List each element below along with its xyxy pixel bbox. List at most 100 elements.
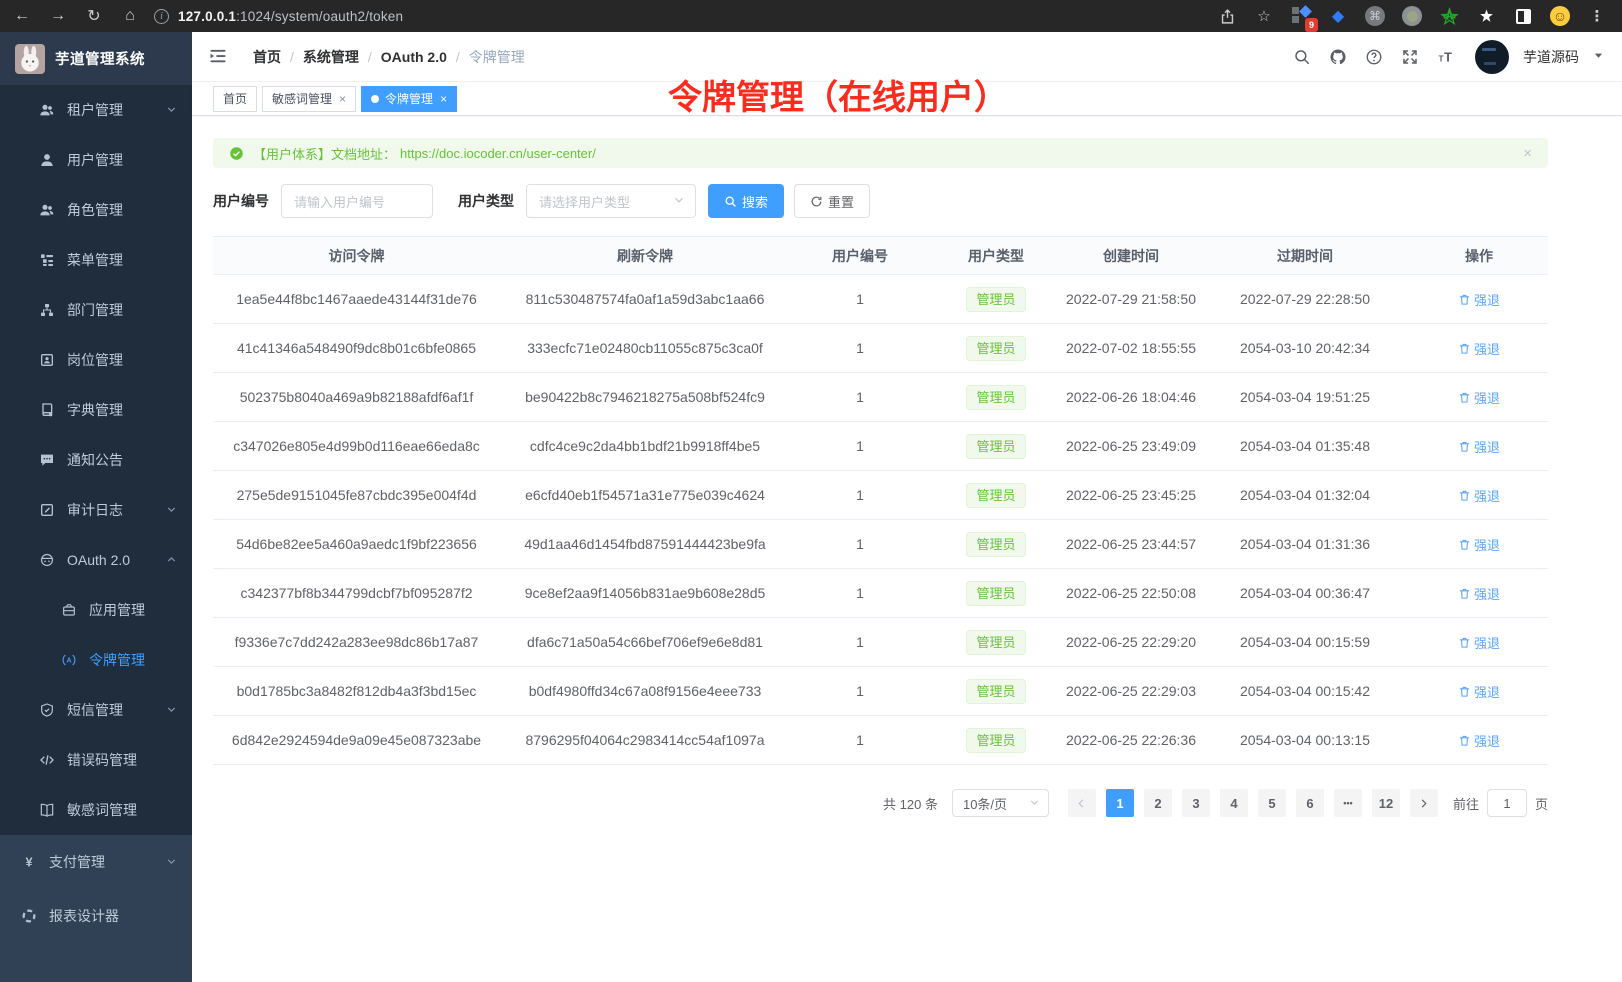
sidebar-item-label: 应用管理 xyxy=(89,600,145,620)
gem-extension-icon[interactable]: ◆ xyxy=(1327,5,1349,27)
sidebar-item-audit[interactable]: 审计日志 xyxy=(0,485,192,535)
alert-doc-link[interactable]: https://doc.iocoder.cn/user-center/ xyxy=(400,146,596,161)
sidebar-item-errcode[interactable]: 错误码管理 xyxy=(0,735,192,785)
chevron-down-icon[interactable] xyxy=(1593,48,1604,66)
sidebar-item-user[interactable]: 用户管理 xyxy=(0,135,192,185)
access-token-cell: b0d1785bc3a8482f812db4a3f3bd15ec xyxy=(213,667,500,715)
page-size-select[interactable]: 10条/页 xyxy=(952,789,1049,817)
force-logout-button[interactable]: 强退 xyxy=(1458,633,1500,652)
sidebar-item-oauth2-app[interactable]: 应用管理 xyxy=(0,585,192,635)
command-extension-icon[interactable]: ⌘ xyxy=(1364,5,1386,27)
refresh-token-cell: 49d1aa46d1454fbd87591444423be9fa xyxy=(500,520,790,568)
tab-首页[interactable]: 首页 xyxy=(213,86,257,112)
forward-icon[interactable]: → xyxy=(48,7,68,25)
home-icon[interactable]: ⌂ xyxy=(120,7,140,25)
prev-page-button[interactable] xyxy=(1068,789,1096,817)
force-logout-button[interactable]: 强退 xyxy=(1458,486,1500,505)
dot-extension-icon[interactable] xyxy=(1401,5,1423,27)
pinwheel-extension-icon[interactable] xyxy=(1475,5,1497,27)
sidebar-item-sms[interactable]: 短信管理 xyxy=(0,685,192,735)
sidebar-item-dict[interactable]: 字典管理 xyxy=(0,385,192,435)
user-id-input[interactable]: 请输入用户编号 xyxy=(281,184,433,218)
sidebar-item-pay[interactable]: ¥支付管理 xyxy=(0,835,192,889)
sidebar-item-label: OAuth 2.0 xyxy=(67,552,130,568)
sidebar-item-tenant[interactable]: 租户管理 xyxy=(0,85,192,135)
goto-page-input[interactable]: 1 xyxy=(1487,789,1527,817)
github-icon[interactable] xyxy=(1327,46,1349,68)
sidebar-item-notice[interactable]: 通知公告 xyxy=(0,435,192,485)
help-icon[interactable] xyxy=(1363,46,1385,68)
user-avatar[interactable] xyxy=(1475,40,1509,74)
sidebar-item-role[interactable]: 角色管理 xyxy=(0,185,192,235)
force-logout-button[interactable]: 强退 xyxy=(1458,731,1500,750)
sidebar-item-oauth2-token[interactable]: A令牌管理 xyxy=(0,635,192,685)
action-cell: 强退 xyxy=(1410,667,1548,715)
sidebar-item-menu[interactable]: 菜单管理 xyxy=(0,235,192,285)
username-label[interactable]: 芋道源码 xyxy=(1523,47,1579,67)
search-icon[interactable] xyxy=(1291,46,1313,68)
trash-icon xyxy=(1458,489,1471,502)
alert-close-icon[interactable]: × xyxy=(1523,145,1532,162)
breadcrumb-item[interactable]: OAuth 2.0 xyxy=(381,49,447,65)
page-button-1[interactable]: 1 xyxy=(1106,789,1134,817)
force-logout-button[interactable]: 强退 xyxy=(1458,437,1500,456)
force-logout-button[interactable]: 强退 xyxy=(1458,388,1500,407)
breadcrumb-item[interactable]: 系统管理 xyxy=(303,47,359,67)
sidebar-item-oauth2[interactable]: OAuth 2.0 xyxy=(0,535,192,585)
address-bar[interactable]: i 127.0.0.1:1024/system/oauth2/token xyxy=(154,9,1216,24)
force-logout-button[interactable]: 强退 xyxy=(1458,535,1500,554)
reload-icon[interactable]: ↻ xyxy=(84,6,104,26)
sidebar-fold-icon[interactable] xyxy=(208,46,230,68)
share-icon[interactable] xyxy=(1216,5,1238,27)
page-button-2[interactable]: 2 xyxy=(1144,789,1172,817)
bookmark-star-icon[interactable]: ☆ xyxy=(1253,5,1275,27)
close-icon[interactable]: × xyxy=(440,92,447,106)
green-star-extension-icon[interactable] xyxy=(1438,5,1460,27)
user-id-cell: 1 xyxy=(790,324,930,372)
fullscreen-icon[interactable] xyxy=(1399,46,1421,68)
sidebar-item-post[interactable]: 岗位管理 xyxy=(0,335,192,385)
page-button-5[interactable]: 5 xyxy=(1258,789,1286,817)
sidebar-item-label: 岗位管理 xyxy=(67,350,123,370)
sidebar-item-label: 租户管理 xyxy=(67,100,123,120)
page-button-12[interactable]: 12 xyxy=(1372,789,1400,817)
refresh-token-cell: 9ce8ef2aa9f14056b831ae9b608e28d5 xyxy=(500,569,790,617)
access-token-cell: f9336e7c7dd242a283ee98dc86b17a87 xyxy=(213,618,500,666)
force-logout-button[interactable]: 强退 xyxy=(1458,339,1500,358)
search-button[interactable]: 搜索 xyxy=(708,184,784,218)
force-logout-button[interactable]: 强退 xyxy=(1458,682,1500,701)
site-info-icon[interactable]: i xyxy=(154,9,169,24)
sidebar-item-label: 令牌管理 xyxy=(89,650,145,670)
user-type-select[interactable]: 请选择用户类型 xyxy=(526,184,696,218)
next-page-button[interactable] xyxy=(1410,789,1438,817)
page-button-6[interactable]: 6 xyxy=(1296,789,1324,817)
breadcrumb-item[interactable]: 首页 xyxy=(253,47,281,67)
profile-avatar-icon[interactable]: ☺ xyxy=(1549,5,1571,27)
reader-mode-extension-icon[interactable] xyxy=(1512,5,1534,27)
more-pages-button[interactable]: ••• xyxy=(1334,789,1362,817)
sidebar-item-report[interactable]: 报表设计器 xyxy=(0,889,192,943)
created-time-cell: 2022-06-26 18:04:46 xyxy=(1062,373,1200,421)
reset-button[interactable]: 重置 xyxy=(794,184,870,218)
tab-令牌管理[interactable]: 令牌管理× xyxy=(361,86,457,112)
back-icon[interactable]: ← xyxy=(12,7,32,25)
app-title: 芋道管理系统 xyxy=(55,48,145,69)
browser-menu-icon[interactable]: ⋮ xyxy=(1586,5,1608,27)
chevron-down-icon xyxy=(166,854,177,870)
sidebar-header[interactable]: 芋道管理系统 xyxy=(0,32,192,85)
extensions-group-icon[interactable]: 9 xyxy=(1290,5,1312,27)
table-header-row: 访问令牌刷新令牌用户编号用户类型创建时间过期时间操作 xyxy=(213,237,1548,275)
trash-icon xyxy=(1458,293,1471,306)
font-size-icon[interactable]: TT xyxy=(1435,46,1457,68)
sidebar-item-sensitive[interactable]: 敏感词管理 xyxy=(0,785,192,835)
page-button-3[interactable]: 3 xyxy=(1182,789,1210,817)
page-button-4[interactable]: 4 xyxy=(1220,789,1248,817)
close-icon[interactable]: × xyxy=(339,92,346,106)
force-logout-button[interactable]: 强退 xyxy=(1458,290,1500,309)
total-count-label: 共 120 条 xyxy=(883,794,938,813)
sidebar-item-label: 用户管理 xyxy=(67,150,123,170)
sidebar-item-dept[interactable]: 部门管理 xyxy=(0,285,192,335)
force-logout-button[interactable]: 强退 xyxy=(1458,584,1500,603)
tab-敏感词管理[interactable]: 敏感词管理× xyxy=(262,86,356,112)
user-type-badge: 管理员 xyxy=(966,728,1025,753)
